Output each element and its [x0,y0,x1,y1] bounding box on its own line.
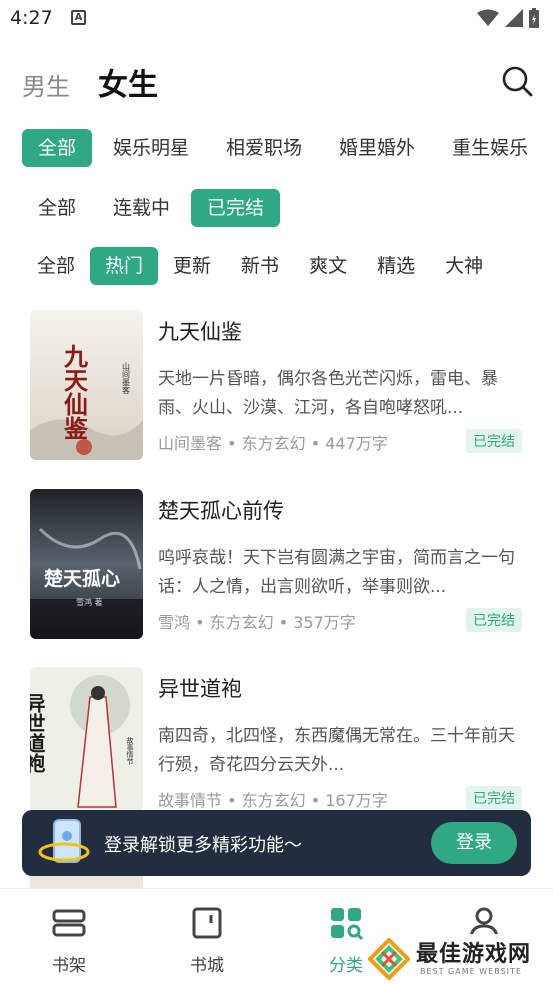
book-cover[interactable]: 九天仙鉴 山间墨客 [30,310,143,460]
filter-category-chip[interactable]: 全部 [22,129,93,167]
filter-sort-chip[interactable]: 全部 [22,247,90,285]
wifi-icon [477,9,499,26]
watermark: 最佳游戏网 BEST GAME WEBSITE [364,934,550,984]
login-button[interactable]: 登录 [431,822,517,864]
filter-sort-chip[interactable]: 热门 [90,247,159,285]
watermark-text: 最佳游戏网 [416,942,532,967]
phone-unlock-icon [38,819,90,863]
login-banner-text: 登录解锁更多精彩功能～ [104,835,302,856]
book-list-item[interactable]: 楚天孤心 雪鸿 著 楚天孤心前传 呜呼哀哉！天下岂有圆满之宇宙，简而言之一句话：… [30,489,530,639]
status-badge: 已完结 [466,786,522,810]
tab-female[interactable]: 女生 [98,60,158,110]
filter-sort-chip[interactable]: 爽文 [294,247,362,285]
tab-male[interactable]: 男生 [22,67,70,110]
bookstore-icon [192,907,222,939]
cover-author: 故事情节 [126,736,134,766]
filter-status-chip[interactable]: 连载中 [97,189,186,227]
status-bar: 4:27 A [0,0,553,40]
cover-title: 楚天孤心 [44,567,120,590]
filter-category-chip[interactable]: 重生娱乐 [436,129,544,167]
book-description: 天地一片昏暗，偶尔各色光芒闪烁，雷电、暴雨、火山、沙漠、江河，各自咆哮怒吼... [158,369,498,418]
tab-female-label: 女生 [98,68,158,103]
watermark-logo-icon [368,938,410,980]
bookshelf-icon [52,909,86,937]
book-description: 呜呼哀哉！天下岂有圆满之宇宙，简而言之一句话：人之情，出言则欲听，举事则欲... [158,548,515,597]
book-title[interactable]: 楚天孤心前传 [158,495,284,525]
book-meta: 雪鸿 • 东方玄幻 • 357万字 [158,613,356,632]
cover-title: 九天仙鉴 [60,344,89,440]
search-icon[interactable] [500,64,534,98]
cover-author: 雪鸿 著 [76,597,103,607]
notification-icon: A [71,10,86,25]
watermark-subtext: BEST GAME WEBSITE [420,967,522,976]
book-list-item[interactable]: 九天仙鉴 山间墨客 九天仙鉴 天地一片昏暗，偶尔各色光芒闪烁，雷电、暴雨、火山、… [30,310,530,460]
filter-status-chip[interactable]: 已完结 [191,189,281,227]
filter-sort-chip[interactable]: 更新 [158,247,226,285]
book-cover[interactable]: 楚天孤心 雪鸿 著 [30,489,143,639]
book-description: 南四奇，北四怪，东西魔偶无常在。三十年前天行殒，奇花四分云天外... [158,726,515,775]
gender-tabs: 男生 女生 [22,60,158,110]
filter-sort-chip[interactable]: 新书 [226,247,294,285]
nav-bookstore[interactable]: 书城 [167,905,247,976]
nav-label: 书架 [52,956,86,976]
book-cover[interactable]: 异世道袍 故事情节 [30,667,143,817]
filter-category-row: 全部 娱乐明星 相爱职场 婚里婚外 重生娱乐 [22,129,549,167]
filter-sort-chip[interactable]: 精选 [362,247,430,285]
filter-category-chip[interactable]: 婚里婚外 [323,129,431,167]
battery-icon [529,8,539,28]
status-time: 4:27 [10,7,53,29]
filter-status-chip[interactable]: 全部 [22,189,92,227]
filter-sort-row: 全部 热门 更新 新书 爽文 精选 大神 [22,247,498,285]
filter-sort-chip[interactable]: 大神 [430,247,498,285]
filter-category-chip[interactable]: 相爱职场 [210,129,318,167]
filter-category-chip[interactable]: 娱乐明星 [97,129,205,167]
book-title[interactable]: 异世道袍 [158,673,242,703]
cover-author: 山间墨客 [122,361,131,395]
signal-icon [505,9,523,27]
status-badge: 已完结 [466,429,522,453]
cover-title: 异世道袍 [30,693,46,773]
nav-bookshelf[interactable]: 书架 [29,905,109,976]
book-title[interactable]: 九天仙鉴 [158,316,242,346]
system-indicators [477,8,539,28]
filter-status-row: 全部 连载中 已完结 [22,189,285,227]
category-icon [331,908,364,941]
login-banner: 登录解锁更多精彩功能～ 登录 [22,810,531,876]
status-badge: 已完结 [466,608,522,632]
book-meta: 故事情节 • 东方玄幻 • 167万字 [158,791,388,810]
book-list-item[interactable]: 异世道袍 故事情节 异世道袍 南四奇，北四怪，东西魔偶无常在。三十年前天行殒，奇… [30,667,530,817]
nav-label: 书城 [190,956,224,976]
book-meta: 山间墨客 • 东方玄幻 • 447万字 [158,434,388,453]
